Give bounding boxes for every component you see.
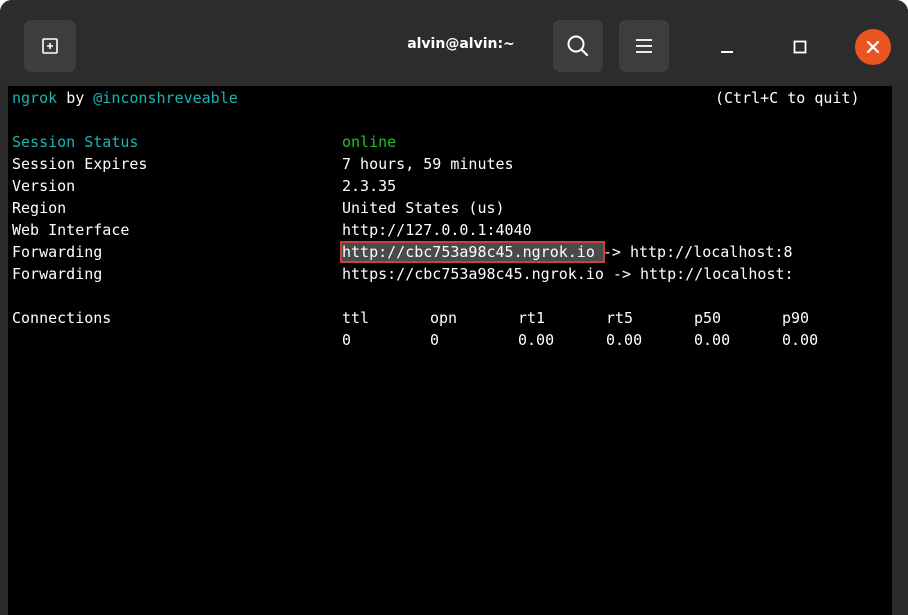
region-value: United States (us) (342, 199, 505, 217)
connections-header-p50: p50 (694, 309, 722, 327)
version-value: 2.3.35 (342, 177, 397, 195)
connections-header-rt5: rt5 (606, 309, 634, 327)
version-label: Version (12, 177, 76, 195)
session-expires-value: 7 hours, 59 minutes (342, 155, 514, 173)
terminal-output[interactable]: ngrok by @inconshreveable (Ctrl+C to qui… (8, 86, 892, 615)
forwarding-http-label: Forwarding (12, 243, 103, 261)
forwarding-http-value: http://cbc753a98c45.ngrok.io -> http://lo… (340, 241, 793, 263)
session-expires-label: Session Expires (12, 155, 148, 173)
region-label: Region (12, 199, 67, 217)
forwarding-http-target: -> http://localhost:8 (602, 243, 793, 261)
terminal-scrollbar[interactable] (892, 86, 908, 615)
session-status-value: online (342, 133, 397, 151)
new-tab-icon (42, 38, 58, 54)
quit-hint: (Ctrl+C to quit) (715, 89, 860, 107)
ngrok-header: ngrok by @inconshreveable (12, 87, 238, 109)
connections-value-ttl: 0 (342, 331, 352, 349)
ngrok-app-name: ngrok (12, 89, 58, 107)
connections-header-opn: opn (430, 309, 458, 327)
maximize-button[interactable] (782, 29, 818, 65)
connections-value-p50: 0.00 (694, 331, 731, 349)
search-button[interactable] (553, 20, 603, 72)
menu-button[interactable] (619, 20, 669, 72)
connections-value-p90: 0.00 (782, 331, 819, 349)
header-by: by (66, 89, 85, 107)
window-title: alvin@alvin:~ (407, 36, 515, 52)
connections-header-ttl: ttl (342, 309, 370, 327)
maximize-icon (793, 40, 807, 54)
minimize-button[interactable] (709, 29, 745, 65)
hamburger-menu-icon (636, 39, 652, 53)
new-tab-button[interactable] (24, 20, 76, 72)
forwarding-http-url-selected[interactable]: http://cbc753a98c45.ngrok.io (340, 241, 605, 263)
session-status-label: Session Status (12, 133, 139, 151)
title-bar: alvin@alvin:~ (0, 0, 908, 86)
close-button[interactable] (855, 29, 891, 65)
web-interface-value: http://127.0.0.1:4040 (342, 221, 532, 239)
terminal-window: alvin@alvin:~ ngrok by @inconshreveable … (0, 0, 908, 615)
header-author: @inconshreveable (93, 89, 238, 107)
web-interface-label: Web Interface (12, 221, 130, 239)
connections-value-opn: 0 (430, 331, 440, 349)
connections-value-rt5: 0.00 (606, 331, 643, 349)
connections-header-rt1: rt1 (518, 309, 546, 327)
connections-label: Connections (12, 309, 112, 327)
close-icon (866, 40, 880, 54)
minimize-icon (721, 51, 733, 53)
forwarding-https-value: https://cbc753a98c45.ngrok.io -> http://… (342, 265, 794, 283)
search-icon (567, 35, 589, 57)
connections-header-p90: p90 (782, 309, 810, 327)
connections-value-rt1: 0.00 (518, 331, 555, 349)
forwarding-https-label: Forwarding (12, 265, 103, 283)
